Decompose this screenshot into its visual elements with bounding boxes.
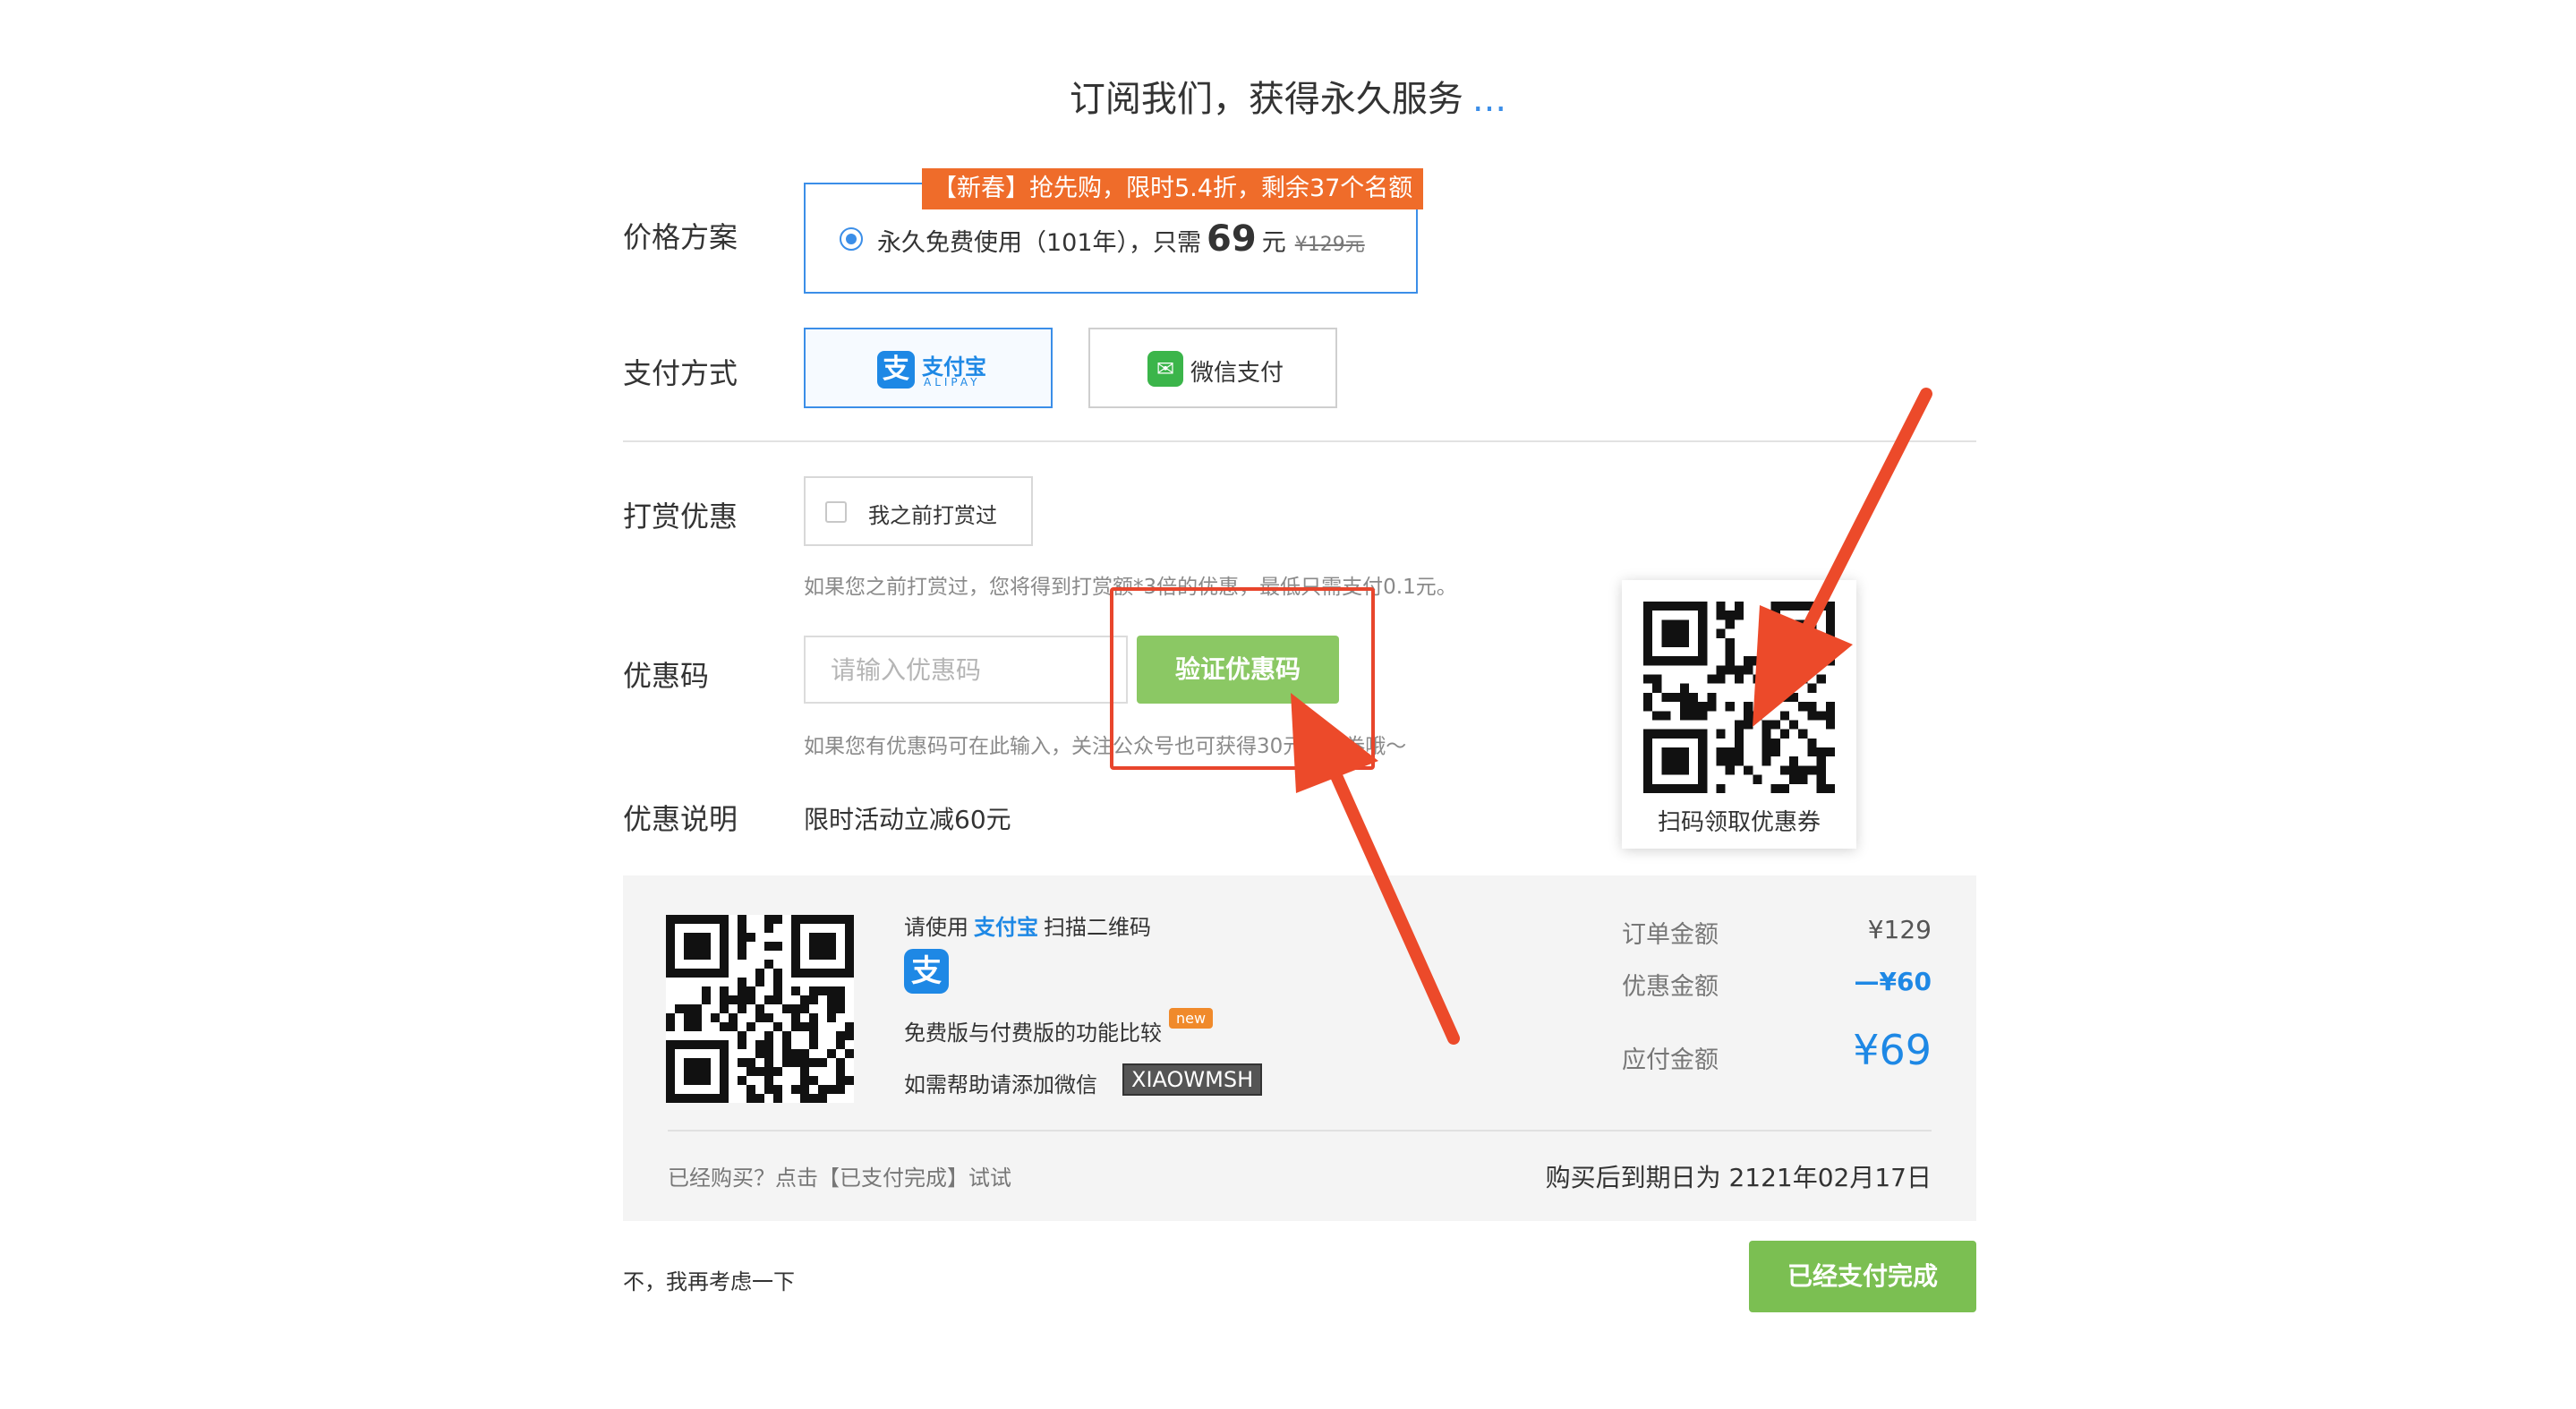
order-amount-label: 订单金额 bbox=[1622, 921, 1719, 949]
scan-prefix: 请使用 bbox=[904, 915, 968, 940]
tip-label: 打赏优惠 bbox=[623, 500, 738, 534]
panel-divider bbox=[668, 1130, 1932, 1131]
tip-checkbox[interactable] bbox=[825, 501, 847, 523]
tip-checkbox-label: 我之前打赏过 bbox=[868, 503, 997, 528]
new-badge: new bbox=[1169, 1008, 1214, 1029]
discount-amount: —¥60 bbox=[1854, 967, 1932, 996]
wechat-id: XIAOWMSH bbox=[1122, 1063, 1263, 1096]
coupon-label: 优惠码 bbox=[623, 659, 710, 693]
plan-option-text: 永久免费使用（101年），只需 bbox=[877, 229, 1202, 257]
coupon-input[interactable] bbox=[804, 636, 1128, 704]
promo-desc-label: 优惠说明 bbox=[623, 802, 738, 836]
page-title-dots: ... bbox=[1471, 79, 1507, 120]
coupon-qr-caption: 扫码领取优惠券 bbox=[1657, 809, 1821, 836]
coupon-qr-card: 扫码领取优惠券 bbox=[1622, 580, 1856, 849]
alipay-icon: 支 bbox=[904, 949, 949, 994]
alipay-sub: ALIPAY bbox=[924, 376, 981, 389]
highlight-frame bbox=[1110, 587, 1375, 770]
coupon-qr-code bbox=[1643, 602, 1835, 793]
payment-label: 支付方式 bbox=[623, 356, 738, 390]
order-amount: ¥129 bbox=[1867, 915, 1932, 944]
discount-label: 优惠金额 bbox=[1622, 973, 1719, 1001]
checkout-panel: 请使用 支付宝 扫描二维码 支 免费版与付费版的功能比较 new 如需帮助请添加微信… bbox=[623, 875, 1976, 1221]
plan-radio[interactable] bbox=[840, 227, 863, 251]
payable-label: 应付金额 bbox=[1622, 1046, 1719, 1074]
promo-tag: 【新春】抢先购，限时5.4折，剩余37个名额 bbox=[922, 168, 1424, 209]
promo-desc-text: 限时活动立减60元 bbox=[804, 805, 1011, 834]
alipay-icon: 支 bbox=[877, 351, 915, 389]
page-title-text: 订阅我们，获得永久服务 bbox=[1069, 79, 1463, 120]
help-text: 如需帮助请添加微信 bbox=[904, 1072, 1097, 1097]
plan-price: 69 bbox=[1207, 218, 1257, 260]
scan-highlight: 支付宝 bbox=[974, 915, 1038, 940]
wechat-pay-label: 微信支付 bbox=[1190, 360, 1284, 387]
page-title: 订阅我们，获得永久服务... bbox=[0, 70, 2576, 122]
compare-link[interactable]: 免费版与付费版的功能比较 bbox=[904, 1015, 1162, 1046]
scan-suffix: 扫描二维码 bbox=[1044, 915, 1151, 940]
wechat-icon: ✉ bbox=[1147, 351, 1183, 387]
alipay-option[interactable]: 支 支付宝 ALIPAY bbox=[804, 328, 1053, 408]
bought-hint: 已经购买？点击【已支付完成】试试 bbox=[668, 1166, 1011, 1191]
payable-amount: ¥69 bbox=[1853, 1026, 1932, 1074]
tip-checkbox-option[interactable]: 我之前打赏过 bbox=[804, 476, 1033, 546]
scan-instruction: 请使用 支付宝 扫描二维码 bbox=[904, 909, 1151, 941]
alipay-qr-code bbox=[666, 915, 854, 1103]
plan-original-price: ¥129元 bbox=[1294, 234, 1365, 256]
divider bbox=[623, 440, 1976, 442]
plan-unit: 元 bbox=[1261, 229, 1286, 257]
expire-date: 购买后到期日为 2121年02月17日 bbox=[1545, 1163, 1932, 1192]
reconsider-link[interactable]: 不，我再考虑一下 bbox=[623, 1264, 795, 1295]
wechat-pay-option[interactable]: ✉ 微信支付 bbox=[1088, 328, 1337, 408]
payment-done-button[interactable]: 已经支付完成 bbox=[1749, 1241, 1976, 1312]
price-plan-label: 价格方案 bbox=[623, 220, 738, 254]
plan-text: 永久免费使用（101年），只需 69 元 ¥129元 bbox=[877, 218, 1365, 260]
